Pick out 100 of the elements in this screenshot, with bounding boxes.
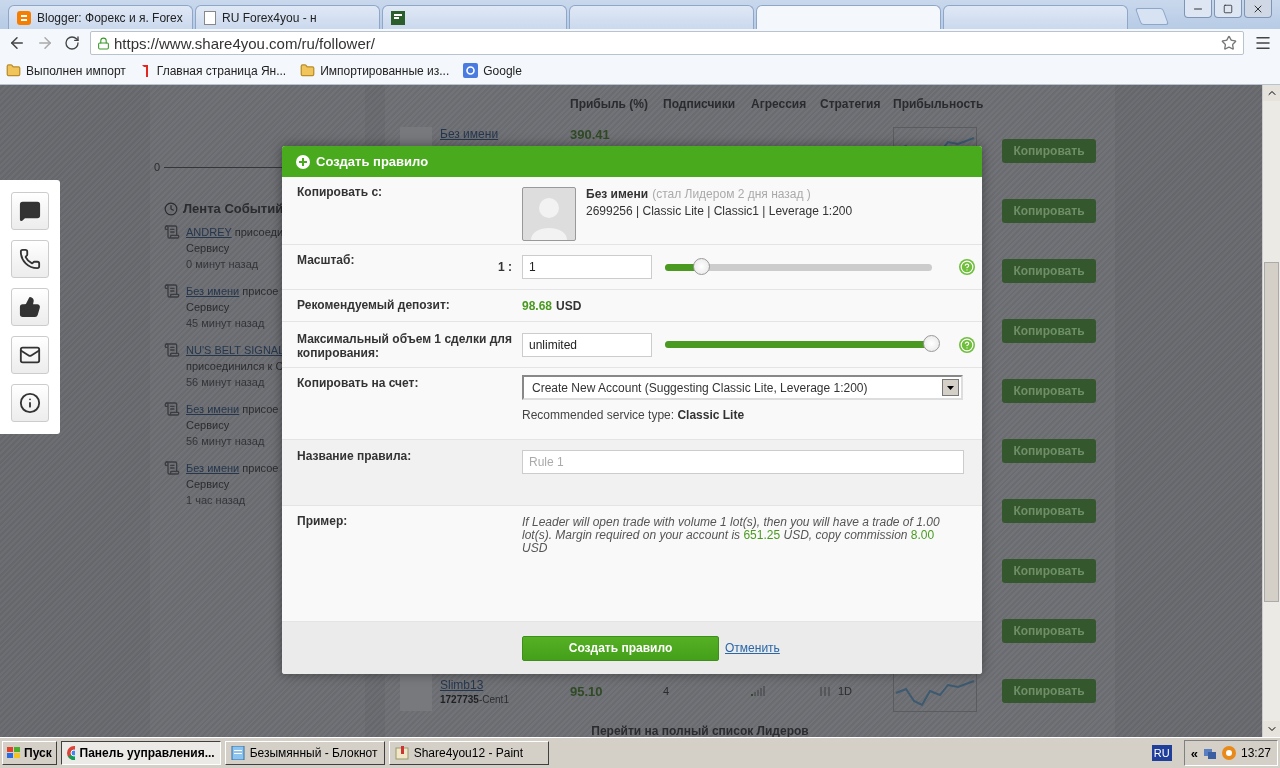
scroll-bar[interactable] bbox=[1262, 85, 1280, 737]
event-time: 56 минут назад bbox=[186, 375, 266, 390]
account-number: 1727735 bbox=[440, 693, 479, 705]
user-link[interactable]: NU'S BELT SIGNAL bbox=[186, 344, 285, 356]
taskbar-button[interactable]: Панель ууправления... bbox=[60, 741, 221, 765]
copy-button[interactable]: Копировать bbox=[1002, 679, 1096, 703]
column-header: Прибыльность bbox=[893, 97, 985, 113]
bookmark[interactable]: Импортированные из... bbox=[300, 63, 450, 78]
field-label: Копировать на счет: bbox=[297, 376, 419, 390]
copy-button[interactable]: Копировать bbox=[1002, 379, 1096, 403]
bookmark[interactable]: Выполнен импорт bbox=[6, 63, 126, 78]
all-leaders-link[interactable]: Перейти на полный список Лидеров bbox=[591, 724, 809, 737]
clock: 13:27 bbox=[1240, 746, 1271, 760]
strategy-icon bbox=[820, 686, 830, 696]
back-icon[interactable] bbox=[8, 34, 26, 52]
copy-button[interactable]: Копировать bbox=[1002, 439, 1096, 463]
address-bar[interactable]: https://www.share4you.com/ru/follower/ bbox=[90, 31, 1244, 55]
restore-icon bbox=[1223, 3, 1233, 14]
folder-icon bbox=[300, 63, 316, 78]
copy-button[interactable]: Копировать bbox=[1002, 319, 1096, 343]
event-text: присое bbox=[242, 403, 279, 415]
taskbar-button[interactable]: Share4you12 - Paint bbox=[388, 741, 549, 765]
folder-icon bbox=[6, 63, 21, 78]
mail-icon bbox=[19, 344, 41, 366]
scroll-icon bbox=[164, 460, 180, 476]
scale-input[interactable]: 1 bbox=[522, 255, 652, 279]
restore-button[interactable] bbox=[1214, 0, 1242, 18]
copy-button[interactable]: Копировать bbox=[1002, 199, 1096, 223]
phone-button[interactable] bbox=[11, 240, 49, 278]
field-label: Рекомендуемый депозит: bbox=[297, 298, 450, 312]
chat-button[interactable] bbox=[11, 192, 49, 230]
user-link[interactable]: Без имени bbox=[186, 403, 240, 415]
mail-button[interactable] bbox=[11, 336, 49, 374]
user-link[interactable]: ANDREY bbox=[186, 226, 232, 238]
caret-icon bbox=[947, 385, 954, 390]
google-icon bbox=[463, 63, 479, 78]
field-label: Масштаб: bbox=[297, 253, 355, 267]
reload-icon[interactable] bbox=[64, 35, 80, 51]
copy-button[interactable]: Копировать bbox=[1002, 619, 1096, 643]
minimize-button[interactable] bbox=[1184, 0, 1212, 18]
user-link[interactable]: Без имени bbox=[186, 462, 240, 474]
field-label: Пример: bbox=[297, 514, 348, 528]
forward-icon[interactable] bbox=[36, 34, 54, 52]
field-label: Название правила: bbox=[297, 449, 412, 463]
taskbar-button[interactable]: Безымянный - Блокнот bbox=[224, 741, 385, 765]
example-text: If Leader will open trade with volume 1 lot(s), then you will have a trade of 1.00 lot(s). Margin required on your account is 651.25 USD, copy commission 8.00 USD bbox=[522, 516, 941, 555]
leader-link[interactable]: Slimb13 bbox=[440, 677, 509, 692]
event-time: 56 минут назад bbox=[186, 434, 266, 449]
field-label: Копировать с: bbox=[297, 185, 383, 199]
leader-link[interactable]: Без имени bbox=[440, 127, 499, 141]
copy-button[interactable]: Копировать bbox=[1002, 259, 1096, 283]
scroll-icon bbox=[164, 401, 180, 417]
notepad-icon bbox=[230, 746, 245, 760]
browser-tab[interactable] bbox=[382, 5, 567, 29]
leader-note: (стал Лидером 2 дня назад ) bbox=[652, 187, 811, 201]
site-icon bbox=[391, 10, 405, 25]
like-button[interactable] bbox=[11, 288, 49, 326]
phone-icon bbox=[19, 248, 41, 270]
browser-tab[interactable]: RU Forex4you - н bbox=[195, 5, 380, 29]
signal-bars-icon bbox=[751, 686, 767, 696]
account-select[interactable]: Create New Account (Suggesting Classic Lite, Leverage 1:200) bbox=[522, 375, 963, 400]
axis-label: 0 bbox=[154, 161, 161, 173]
event-text: Сервису bbox=[186, 418, 231, 433]
dialog-title: Создать правило bbox=[316, 154, 429, 169]
star-icon[interactable] bbox=[1221, 35, 1237, 51]
menu-icon[interactable] bbox=[1254, 34, 1272, 52]
scale-prefix: 1 : bbox=[498, 260, 512, 274]
tray-expand-button[interactable]: « bbox=[1190, 745, 1198, 761]
bookmark[interactable]: Главная страница Ян... bbox=[139, 63, 287, 78]
deposit-currency: USD bbox=[556, 298, 582, 313]
subscriber-count: 4 bbox=[663, 685, 670, 697]
user-link[interactable]: Без имени bbox=[186, 285, 240, 297]
help-icon[interactable] bbox=[959, 336, 975, 353]
bookmark[interactable]: Google bbox=[463, 63, 522, 78]
column-header: Прибыль (%) bbox=[570, 97, 649, 113]
copy-button[interactable]: Копировать bbox=[1002, 139, 1096, 163]
column-header: Стратегия bbox=[820, 97, 882, 113]
language-indicator[interactable]: RU bbox=[1151, 745, 1172, 761]
event-time: 45 минут назад bbox=[186, 316, 266, 331]
slider-thumb[interactable] bbox=[923, 335, 940, 352]
clock-icon bbox=[164, 201, 178, 216]
tab-title: RU Forex4you - н bbox=[222, 10, 317, 25]
copy-button[interactable]: Копировать bbox=[1002, 559, 1096, 583]
event-text: присое bbox=[242, 462, 279, 474]
account-details: 2699256 | Classic Lite | Classic1 | Leverage 1:200 bbox=[586, 204, 853, 218]
windows-icon bbox=[7, 747, 21, 759]
create-rule-button[interactable]: Создать правило bbox=[522, 635, 719, 661]
rule-name-input[interactable]: Rule 1 bbox=[522, 450, 964, 474]
start-button[interactable]: Пуск bbox=[2, 741, 57, 765]
event-time: 1 час назад bbox=[186, 493, 247, 508]
close-button[interactable] bbox=[1244, 0, 1272, 18]
cancel-link[interactable]: Отменить bbox=[725, 641, 780, 655]
help-icon[interactable] bbox=[959, 259, 975, 275]
slider-thumb[interactable] bbox=[693, 257, 711, 275]
browser-tab[interactable]: Blogger: Форекс и я. Forex bbox=[8, 5, 193, 29]
info-button[interactable] bbox=[11, 384, 49, 422]
event-text: присое bbox=[242, 285, 279, 297]
scroll-icon bbox=[164, 224, 180, 240]
copy-button[interactable]: Копировать bbox=[1002, 499, 1096, 523]
volume-input[interactable]: unlimited bbox=[522, 332, 652, 357]
